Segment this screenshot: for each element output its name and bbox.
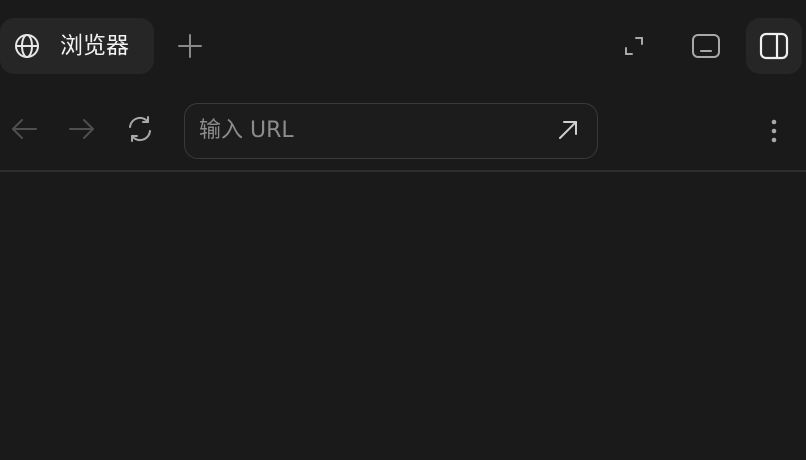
new-tab-button[interactable]: [176, 32, 204, 60]
browser-window: 浏览器: [0, 0, 806, 460]
toggle-side-panel-button[interactable]: [746, 18, 802, 74]
expand-button[interactable]: [606, 18, 662, 74]
expand-icon: [623, 35, 645, 57]
back-button[interactable]: [9, 114, 39, 144]
tab-title: 浏览器: [60, 33, 129, 59]
plus-icon: [176, 32, 204, 60]
bottom-panel-icon: [691, 33, 721, 59]
forward-button[interactable]: [67, 114, 97, 144]
address-bar: [184, 103, 598, 159]
reload-icon: [126, 115, 154, 143]
tab-browser[interactable]: 浏览器: [0, 18, 154, 74]
globe-icon: [14, 33, 40, 59]
tab-bar: 浏览器: [0, 0, 806, 92]
go-button[interactable]: [555, 117, 583, 145]
navigation-toolbar: [0, 100, 806, 164]
arrow-left-icon: [10, 117, 38, 141]
url-input[interactable]: [199, 104, 539, 157]
toggle-bottom-panel-button[interactable]: [678, 18, 734, 74]
page-content-area[interactable]: [0, 172, 806, 460]
arrow-right-icon: [68, 117, 96, 141]
side-panel-icon: [759, 32, 789, 60]
more-options-button[interactable]: [760, 116, 788, 146]
reload-button[interactable]: [125, 114, 155, 144]
more-vertical-icon: [770, 118, 778, 144]
arrow-up-right-icon: [555, 117, 583, 143]
